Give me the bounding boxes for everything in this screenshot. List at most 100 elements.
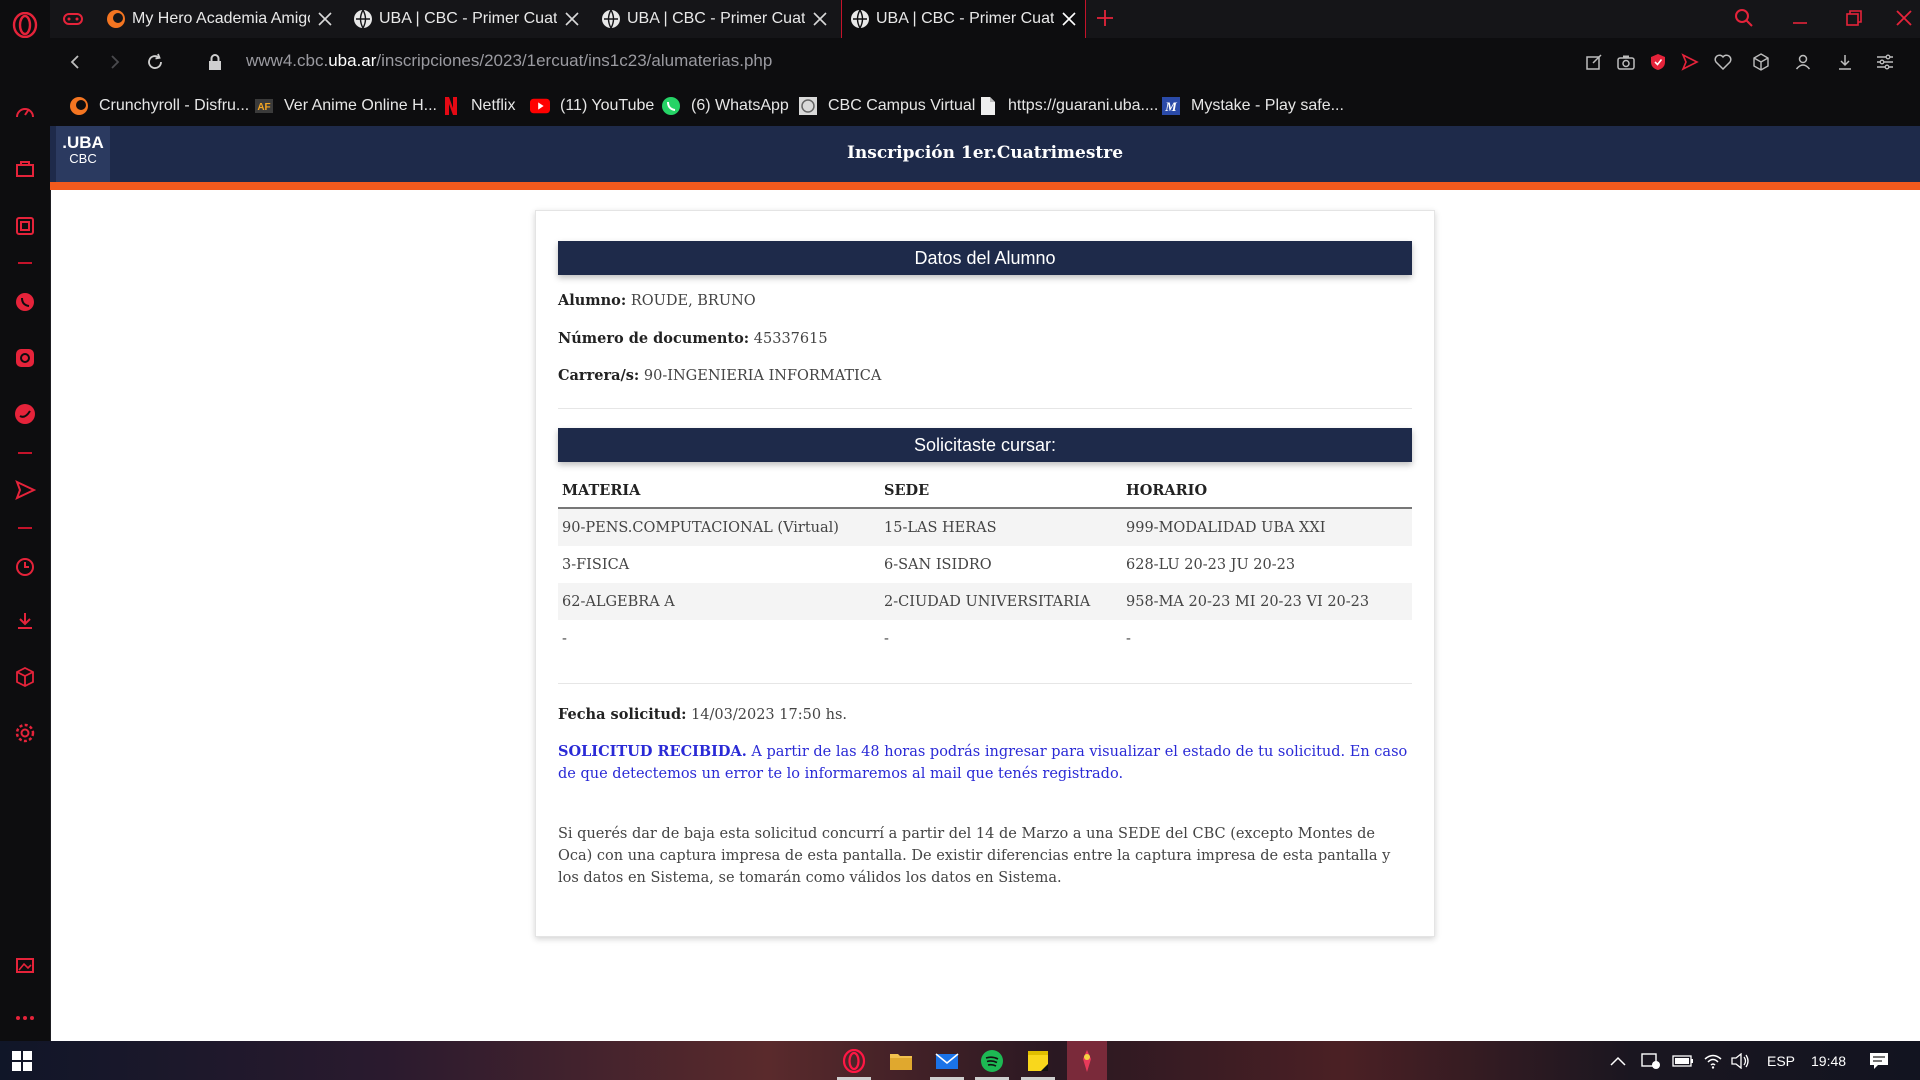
bookmark-label: Ver Anime Online H... <box>284 97 437 114</box>
minimize-icon[interactable] <box>1790 8 1810 32</box>
bookmark-crunchyroll[interactable]: Crunchyroll - Disfru... <box>69 86 249 126</box>
battery-icon[interactable] <box>1672 1041 1694 1080</box>
tab-3[interactable]: UBA | CBC - Primer Cuatrimestre <box>593 0 837 38</box>
close-window-icon[interactable] <box>1894 8 1914 32</box>
cell-materia: 90-PENS.COMPUTACIONAL (Virtual) <box>558 508 880 546</box>
downloads-icon[interactable] <box>11 607 39 635</box>
flow-send-icon[interactable] <box>1678 50 1702 74</box>
request-date-value: 14/03/2023 17:50 hs. <box>691 707 848 723</box>
sidebar-separator <box>18 262 32 264</box>
student-doc-value: 45337615 <box>753 331 828 347</box>
reload-icon[interactable] <box>143 50 167 74</box>
cbc-campus-icon <box>798 96 818 116</box>
bookmark-netflix[interactable]: Netflix <box>441 86 515 126</box>
settings-gear-icon[interactable] <box>11 719 39 747</box>
bookmark-animeflv[interactable]: AF Ver Anime Online H... <box>254 86 437 126</box>
url-field[interactable]: www4.cbc.uba.ar/inscripciones/2023/1ercu… <box>246 51 772 71</box>
mail-icon[interactable] <box>933 1047 961 1075</box>
globe-icon <box>601 9 621 29</box>
file-explorer-icon[interactable] <box>887 1047 915 1075</box>
bookmark-label: (6) WhatsApp <box>691 97 789 114</box>
security-tray-icon[interactable] <box>1641 1041 1661 1080</box>
sticky-notes-icon[interactable] <box>1024 1047 1052 1075</box>
student-career-row: Carrera/s: 90-INGENIERIA INFORMATICA <box>558 367 881 384</box>
request-date-row: Fecha solicitud: 14/03/2023 17:50 hs. <box>558 706 847 723</box>
gx-control-icon[interactable] <box>11 212 39 240</box>
url-domain: uba.ar <box>328 51 377 70</box>
whatsapp-icon <box>661 96 681 116</box>
sidebar-separator <box>18 527 32 529</box>
restore-icon[interactable] <box>1844 8 1864 32</box>
gamepad-icon[interactable] <box>62 10 84 32</box>
wallpaper-icon[interactable] <box>11 951 39 979</box>
twitter-icon[interactable] <box>11 400 39 428</box>
extensions-icon[interactable] <box>1749 50 1773 74</box>
speed-dial-icon[interactable] <box>11 98 39 126</box>
bookmark-guarani[interactable]: https://guarani.uba.... <box>978 86 1158 126</box>
cell-horario: 628-LU 20-23 JU 20-23 <box>1126 556 1296 573</box>
send-icon[interactable] <box>11 476 39 504</box>
adblock-shield-icon[interactable] <box>1646 50 1670 74</box>
spotify-icon[interactable] <box>978 1047 1006 1075</box>
more-options-icon[interactable] <box>11 1004 39 1032</box>
close-tab-icon[interactable] <box>809 8 831 30</box>
tab-title: UBA | CBC - Primer Cuatrimestre <box>627 10 805 27</box>
heart-icon[interactable] <box>1711 50 1735 74</box>
windows-start-icon[interactable] <box>8 1047 36 1075</box>
crunchyroll-icon <box>69 96 89 116</box>
tab-1[interactable]: My Hero Academia Amigos <box>98 0 342 38</box>
forward-icon[interactable] <box>103 50 127 74</box>
mystake-icon: M <box>1161 96 1181 116</box>
close-tab-icon[interactable] <box>314 8 336 30</box>
bookmark-youtube[interactable]: (11) YouTube <box>530 86 654 126</box>
bookmark-cbc-campus[interactable]: CBC Campus Virtual <box>798 86 975 126</box>
camera-icon[interactable] <box>1614 50 1638 74</box>
sidebar-separator <box>18 452 32 454</box>
tab-title: UBA | CBC - Primer Cuatrimestre <box>876 10 1054 27</box>
tab-2[interactable]: UBA | CBC - Primer Cuatrimestre <box>345 0 589 38</box>
tab-4-active[interactable]: UBA | CBC - Primer Cuatrimestre <box>841 0 1086 38</box>
wifi-icon[interactable] <box>1704 1041 1722 1080</box>
volume-icon[interactable] <box>1731 1041 1751 1080</box>
cell-sede: 15-LAS HERAS <box>880 508 1122 546</box>
student-name-row: Alumno: ROUDE, BRUNO <box>558 292 756 309</box>
clock[interactable]: 19:48 <box>1811 1041 1846 1080</box>
new-tab-plus-icon[interactable] <box>1095 8 1115 32</box>
game-app-button[interactable] <box>1067 1041 1107 1080</box>
url-path: /inscripciones/2023/1ercuat/ins1c23/alum… <box>376 51 773 70</box>
youtube-icon <box>530 96 550 116</box>
cell-horario: 999-MODALIDAD UBA XXI <box>1122 508 1412 546</box>
shopping-bag-icon[interactable] <box>11 154 39 182</box>
page-icon <box>978 96 998 116</box>
easy-setup-icon[interactable] <box>1873 50 1897 74</box>
instagram-icon[interactable] <box>11 344 39 372</box>
bookmark-label: (11) YouTube <box>560 97 655 114</box>
opera-logo-icon[interactable] <box>11 11 39 39</box>
edit-snap-icon[interactable] <box>1582 50 1606 74</box>
notifications-icon[interactable] <box>1869 1041 1889 1080</box>
column-header-sede: SEDE <box>880 473 1122 509</box>
opera-gx-taskbar-icon[interactable] <box>840 1047 868 1075</box>
bookmarks-bar: Crunchyroll - Disfru... AF Ver Anime Onl… <box>50 86 1920 127</box>
close-tab-icon[interactable] <box>561 8 583 30</box>
divider <box>558 408 1412 409</box>
close-tab-icon[interactable] <box>1058 8 1080 30</box>
show-hidden-icons-icon[interactable] <box>1610 1041 1626 1080</box>
lock-icon[interactable] <box>203 50 227 74</box>
student-name-label: Alumno: <box>558 292 627 309</box>
url-prefix: www4.cbc. <box>246 51 329 70</box>
bookmark-label: CBC Campus Virtual <box>828 97 976 114</box>
download-icon[interactable] <box>1833 50 1857 74</box>
history-icon[interactable] <box>11 553 39 581</box>
globe-icon <box>850 9 870 29</box>
svg-text:M: M <box>1164 99 1177 114</box>
profile-icon[interactable] <box>1791 50 1815 74</box>
tab-search-icon[interactable] <box>1734 8 1754 32</box>
back-icon[interactable] <box>63 50 87 74</box>
bookmark-whatsapp[interactable]: (6) WhatsApp <box>661 86 789 126</box>
bookmark-mystake[interactable]: M Mystake - Play safe... <box>1161 86 1344 126</box>
cell-horario: - <box>1126 630 1131 647</box>
whatsapp-icon[interactable] <box>11 288 39 316</box>
extensions-cube-icon[interactable] <box>11 663 39 691</box>
language-indicator[interactable]: ESP <box>1767 1041 1795 1080</box>
